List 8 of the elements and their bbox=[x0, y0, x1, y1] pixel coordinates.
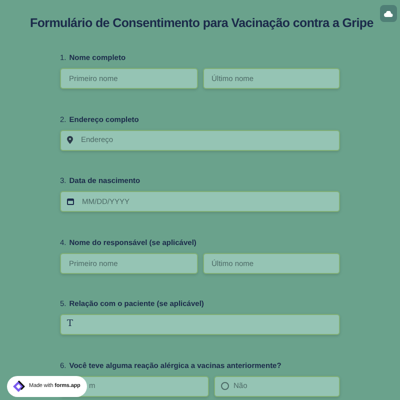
cloud-button[interactable] bbox=[380, 5, 397, 22]
location-pin-icon bbox=[67, 136, 73, 144]
cloud-icon bbox=[384, 10, 393, 16]
calendar-icon bbox=[67, 198, 74, 205]
radio-button[interactable] bbox=[220, 382, 228, 390]
text-field[interactable]: T bbox=[60, 314, 340, 335]
logo-icon bbox=[12, 380, 25, 393]
text-type-icon: T bbox=[67, 318, 74, 332]
